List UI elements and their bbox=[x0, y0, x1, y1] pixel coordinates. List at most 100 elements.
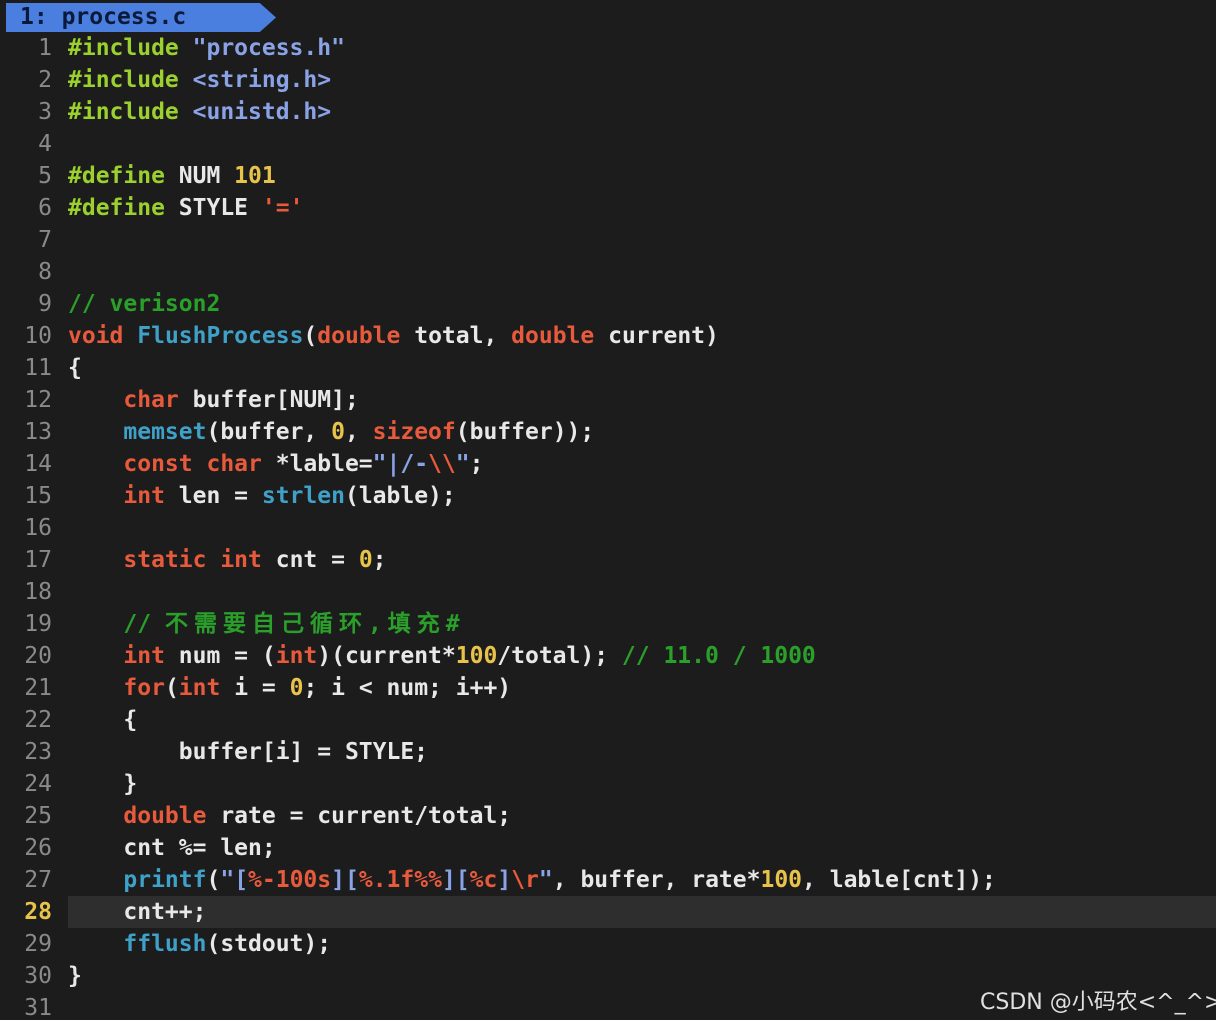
code-line[interactable]: 6 #define STYLE '=' bbox=[0, 192, 1216, 224]
line-number: 19 bbox=[24, 611, 52, 637]
code-token: ( bbox=[303, 323, 318, 349]
code-line[interactable]: 4 bbox=[0, 128, 1216, 160]
line-number: 16 bbox=[24, 515, 52, 541]
code-token: NUM bbox=[178, 163, 235, 189]
code-line[interactable]: 11 { bbox=[0, 352, 1216, 384]
line-text: // 不需要自己循环,填充# bbox=[68, 608, 466, 640]
code-line[interactable]: 25 double rate = current/total; bbox=[0, 800, 1216, 832]
line-number: 2 bbox=[38, 67, 52, 93]
code-token: double bbox=[123, 803, 221, 829]
code-line[interactable]: 19 // 不需要自己循环,填充# bbox=[0, 608, 1216, 640]
code-token: " bbox=[538, 867, 553, 893]
code-token: "|/- bbox=[372, 451, 429, 477]
code-line[interactable]: 9 // verison2 bbox=[0, 288, 1216, 320]
code-token: int bbox=[178, 675, 235, 701]
code-line[interactable]: 17 static int cnt = 0; bbox=[0, 544, 1216, 576]
line-text: buffer[i] = STYLE; bbox=[68, 736, 428, 768]
code-line[interactable]: 1 #include "process.h" bbox=[0, 32, 1216, 64]
code-token: double bbox=[511, 323, 609, 349]
code-token: strlen bbox=[261, 483, 345, 509]
code-token: 不需要自己循环,填充# bbox=[164, 611, 466, 637]
code-line[interactable]: 14 const char *lable="|/-\\"; bbox=[0, 448, 1216, 480]
code-token: <string.h> bbox=[192, 67, 332, 93]
code-token: buffer[i] = STYLE; bbox=[68, 739, 429, 765]
line-text: int len = strlen(lable); bbox=[68, 480, 455, 512]
line-text: #include "process.h" bbox=[68, 32, 345, 64]
code-line[interactable]: 15 int len = strlen(lable); bbox=[0, 480, 1216, 512]
code-line[interactable]: 21 for(int i = 0; i < num; i++) bbox=[0, 672, 1216, 704]
line-text: #include <unistd.h> bbox=[68, 96, 331, 128]
code-line[interactable]: 2 #include <string.h> bbox=[0, 64, 1216, 96]
code-line[interactable]: 18 bbox=[0, 576, 1216, 608]
line-number: 24 bbox=[24, 771, 52, 797]
code-token: "process.h" bbox=[192, 35, 345, 61]
code-line[interactable]: 23 buffer[i] = STYLE; bbox=[0, 736, 1216, 768]
line-number: 12 bbox=[24, 387, 52, 413]
line-text: memset(buffer, 0, sizeof(buffer)); bbox=[68, 416, 594, 448]
tab-label: 1: process.c bbox=[20, 3, 186, 32]
line-text: // verison2 bbox=[68, 288, 220, 320]
code-token: \r bbox=[511, 867, 539, 893]
code-token: *lable= bbox=[275, 451, 373, 477]
code-token: #include bbox=[68, 35, 193, 61]
code-token: FlushProcess bbox=[137, 323, 304, 349]
code-line[interactable]: 3 #include <unistd.h> bbox=[0, 96, 1216, 128]
code-line[interactable]: 8 bbox=[0, 256, 1216, 288]
code-token: // verison2 bbox=[68, 291, 221, 317]
code-line[interactable]: 5 #define NUM 101 bbox=[0, 160, 1216, 192]
code-token: ][ bbox=[441, 867, 470, 893]
code-token: #define bbox=[68, 195, 179, 221]
line-text: { bbox=[68, 704, 137, 736]
line-text: int num = (int)(current*100/total); // 1… bbox=[68, 640, 816, 672]
code-line[interactable]: 10 void FlushProcess(double total, double… bbox=[0, 320, 1216, 352]
code-token: , buffer, rate* bbox=[552, 867, 761, 893]
code-line[interactable]: 13 memset(buffer, 0, sizeof(buffer)); bbox=[0, 416, 1216, 448]
code-line[interactable]: 22 { bbox=[0, 704, 1216, 736]
line-text: printf("[%-100s][%.1f%%][%c]\r", buffer,… bbox=[68, 864, 996, 896]
code-token: 100 bbox=[760, 867, 803, 893]
code-token: 0 bbox=[289, 675, 304, 701]
code-token: i = bbox=[234, 675, 290, 701]
code-area[interactable]: 1 #include "process.h" 2 #include <string.h… bbox=[0, 32, 1216, 1020]
code-token: <unistd.h> bbox=[192, 99, 332, 125]
code-token: int bbox=[275, 643, 318, 669]
code-line[interactable]: 26 cnt %= len; bbox=[0, 832, 1216, 864]
code-token: int bbox=[123, 643, 179, 669]
line-number: 3 bbox=[38, 99, 52, 125]
line-number: 29 bbox=[24, 931, 52, 957]
code-token: ( bbox=[206, 867, 221, 893]
code-line[interactable]: 24 } bbox=[0, 768, 1216, 800]
code-line[interactable]: 29 fflush(stdout); bbox=[0, 928, 1216, 960]
line-number: 25 bbox=[24, 803, 52, 829]
code-line[interactable]: 28 cnt++; bbox=[0, 896, 1216, 928]
code-line[interactable]: 7 bbox=[0, 224, 1216, 256]
code-line[interactable]: 20 int num = (int)(current*100/total); /… bbox=[0, 640, 1216, 672]
tab-process-c[interactable]: 1: process.c bbox=[6, 3, 276, 32]
code-line[interactable]: 12 char buffer[NUM]; bbox=[0, 384, 1216, 416]
code-editor[interactable]: 1: process.c 1 #include "process.h" 2 #incl… bbox=[0, 0, 1216, 1020]
code-line[interactable]: 16 bbox=[0, 512, 1216, 544]
code-token: cnt = bbox=[275, 547, 359, 573]
code-token: #include bbox=[68, 99, 193, 125]
line-text: double rate = current/total; bbox=[68, 800, 511, 832]
line-number: 1 bbox=[38, 35, 52, 61]
code-token: /total); bbox=[497, 643, 622, 669]
code-token: char bbox=[123, 387, 193, 413]
line-number: 8 bbox=[38, 259, 52, 285]
line-text: #define NUM 101 bbox=[68, 160, 276, 192]
line-number: 26 bbox=[24, 835, 52, 861]
line-text: fflush(stdout); bbox=[68, 928, 331, 960]
code-line[interactable]: 27 printf("[%-100s][%.1f%%][%c]\r", buff… bbox=[0, 864, 1216, 896]
line-text: char buffer[NUM]; bbox=[68, 384, 358, 416]
line-text: } bbox=[68, 960, 82, 992]
line-number: 27 bbox=[24, 867, 52, 893]
code-token: , bbox=[344, 419, 373, 445]
line-number: 10 bbox=[24, 323, 52, 349]
code-token: , lable[cnt]); bbox=[802, 867, 996, 893]
code-token: num = ( bbox=[178, 643, 276, 669]
code-token: static int bbox=[123, 547, 276, 573]
code-token: // 11.0 / 1000 bbox=[621, 643, 816, 669]
code-token: double bbox=[317, 323, 415, 349]
